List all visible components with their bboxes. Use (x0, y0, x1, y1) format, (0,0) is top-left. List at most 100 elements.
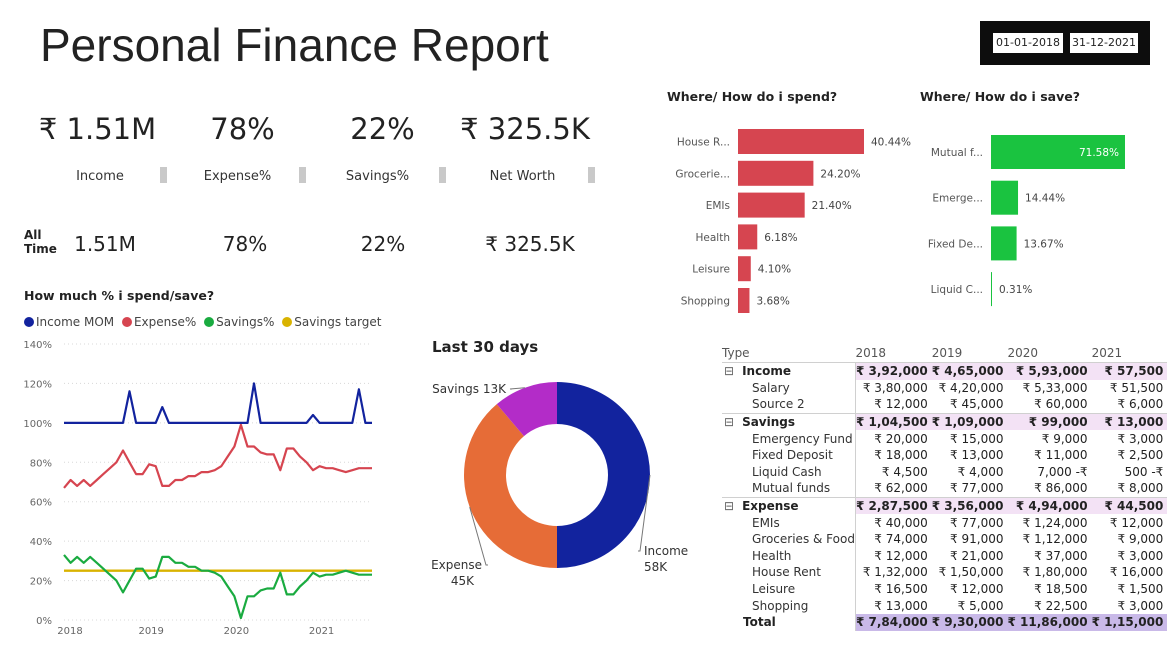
donut-slice-expense[interactable] (463, 404, 557, 568)
matrix-cell: ₹ 12,000 (854, 396, 932, 414)
matrix-row: Salary ₹ 3,80,000 ₹ 4,20,000 ₹ 5,33,000 ₹ 51… (722, 379, 1167, 397)
matrix-cell: ₹ 77,000 (950, 481, 1004, 496)
matrix-cell: ₹ 40,000 (854, 514, 932, 531)
save-data-label: 0.31% (999, 284, 1032, 296)
matrix-cell: ₹ 5,000 (957, 598, 1004, 613)
legend-item-income[interactable]: Income MOM (24, 315, 114, 329)
matrix-cell: ₹ 3,000 (1117, 431, 1164, 446)
spend-bar[interactable] (738, 288, 750, 313)
spend-bar[interactable] (738, 224, 758, 250)
collapse-icon[interactable]: ⊟ (724, 415, 734, 429)
matrix-cell: ₹ 86,000 (1034, 481, 1088, 496)
spend-data-label: 40.44% (871, 137, 911, 149)
spend-bar[interactable] (738, 160, 814, 186)
spend-category-label: EMIs (706, 200, 730, 212)
matrix-row-label: Emergency Fund (752, 431, 853, 446)
matrix-cell: ₹ 16,500 (854, 580, 932, 598)
matrix-cell: ₹ 18,500 (1034, 582, 1088, 597)
spend-category-label: Grocerie... (675, 168, 730, 180)
matrix-cell: ₹ 2,500 (1117, 448, 1164, 463)
matrix-header-2020[interactable]: 2020 (1007, 344, 1091, 363)
savings-line[interactable] (63, 554, 372, 620)
matrix-row-label: Leisure (752, 582, 796, 597)
save-data-label: 71.58% (1079, 147, 1119, 159)
kpi-savings-value: 22% (350, 112, 415, 146)
matrix-cell: ₹ 37,000 (1034, 548, 1088, 563)
matrix-group-row: ⊟ Savings ₹ 1,04,500 ₹ 1,09,000 ₹ 99,000 ₹ 13… (722, 412, 1167, 431)
matrix-group-row: ⊟ Expense ₹ 2,87,500 ₹ 3,56,000 ₹ 4,94,000 ₹ … (722, 496, 1167, 515)
matrix-cell: ₹ 9,000 (1041, 431, 1088, 446)
save-category-label: Mutual f... (931, 147, 983, 159)
y-tick-label: 80% (30, 458, 52, 469)
kpi-networth-label: Net Worth (489, 169, 556, 184)
kpi-expense-divider (299, 167, 306, 183)
start-date-input[interactable]: 01-01-2018 (993, 33, 1063, 53)
matrix-header-2019[interactable]: 2019 (932, 344, 1008, 363)
matrix-cell: ₹ 13,000 (950, 448, 1004, 463)
collapse-icon[interactable]: ⊟ (724, 364, 734, 378)
legend-label-income: Income MOM (36, 315, 115, 329)
matrix-cell: ₹ 12,000 (854, 547, 932, 565)
collapse-icon[interactable]: ⊟ (724, 499, 734, 513)
matrix-cell: ₹ 16,000 (1109, 565, 1164, 580)
matrix-cell: ₹ 99,000 (1007, 412, 1092, 431)
matrix-cell: ₹ 20,000 (854, 430, 932, 447)
legend-item-target[interactable]: Savings target (282, 315, 381, 329)
matrix-row-label: House Rent (752, 565, 821, 580)
matrix-row-label: Liquid Cash (752, 464, 822, 479)
matrix-row-label: Fixed Deposit (752, 448, 833, 463)
spend-bar[interactable] (738, 256, 751, 282)
spend-bar[interactable] (738, 192, 805, 218)
save-bar[interactable] (991, 272, 992, 307)
legend-dot-income (24, 317, 34, 327)
y-tick-label: 60% (30, 498, 52, 509)
matrix-cell: ₹ 51,500 (1109, 380, 1164, 395)
legend-item-savings[interactable]: Savings% (204, 315, 274, 329)
matrix-cell: ₹ 12,000 (1109, 515, 1164, 530)
legend-item-expense[interactable]: Expense% (121, 315, 196, 329)
spend-data-label: 4.10% (758, 264, 791, 276)
matrix-group-label: Income (742, 364, 792, 379)
matrix-cell: ₹ 13,000 (1091, 412, 1167, 431)
spend-bar[interactable] (738, 129, 864, 154)
matrix-cell: ₹ 18,000 (854, 446, 932, 464)
donut-chart: Income 58K Expense 45K Savings 13K (431, 382, 688, 588)
matrix-cell: ₹ 1,04,500 (854, 412, 932, 431)
kpi-savings-divider (439, 167, 446, 183)
matrix-cell: ₹ 15,000 (950, 431, 1004, 446)
matrix-cell: ₹ 1,12,000 (1022, 532, 1088, 547)
page-title: Personal Finance Report (40, 19, 549, 71)
matrix-cell: ₹ 1,500 (1117, 582, 1164, 597)
save-chart-title: Where/ How do i save? (920, 89, 1080, 104)
matrix-header-type[interactable]: Type (722, 344, 855, 363)
donut-slice-income[interactable] (557, 382, 650, 568)
matrix-row: Emergency Fund ₹ 20,000 ₹ 15,000 ₹ 9,000 ₹ 3… (722, 430, 1167, 447)
income-line[interactable] (64, 382, 372, 425)
matrix-cell: ₹ 1,24,000 (1022, 515, 1088, 530)
matrix-cell: ₹ 13,000 (854, 597, 932, 614)
matrix-cell: ₹ 9,30,000 (931, 613, 1008, 631)
save-data-label: 13.67% (1024, 238, 1064, 250)
matrix-header-2018[interactable]: 2018 (855, 344, 931, 363)
matrix-cell: ₹ 3,000 (1117, 548, 1164, 563)
matrix-header-2021[interactable]: 2021 (1092, 344, 1167, 363)
save-bar[interactable] (991, 180, 1019, 215)
line-chart-title: How much % i spend/save? (24, 288, 215, 303)
x-tick-label: 2021 (309, 626, 334, 637)
kpi-savings-label: Savings% (345, 169, 410, 184)
donut-label-savings-name: Savings 13K (432, 382, 507, 396)
save-bar[interactable] (991, 226, 1017, 261)
matrix-group-label: Savings (742, 415, 796, 430)
y-tick-label: 100% (23, 419, 52, 430)
matrix-cell: ₹ 22,500 (1034, 598, 1088, 613)
end-date-input[interactable]: 31-12-2021 (1070, 33, 1138, 53)
matrix-group-label: Expense (742, 499, 799, 514)
x-tick-label: 2019 (138, 626, 163, 637)
matrix-row: Leisure ₹ 16,500 ₹ 12,000 ₹ 18,500 ₹ 1,500 (722, 580, 1167, 598)
matrix-cell: ₹ 3,56,000 (931, 496, 1008, 515)
spend-category-label: Shopping (681, 296, 730, 308)
matrix-cell: ₹ 4,000 (957, 464, 1004, 479)
expense-line[interactable] (63, 423, 372, 489)
matrix-row-label: Groceries & Food (752, 532, 855, 547)
matrix-table: Type 2018 2019 2020 2021 ⊟ Income ₹ 3,92,0… (722, 344, 1167, 631)
